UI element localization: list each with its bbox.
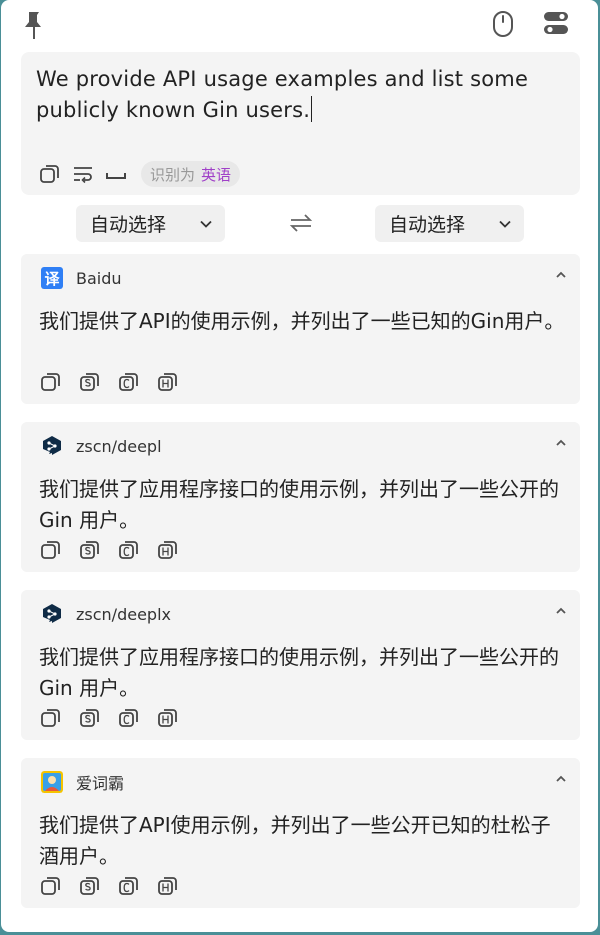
copy-letter-c-icon [119,709,138,727]
copy-s-button[interactable] [78,706,102,730]
copy-letter-c-icon [119,877,138,895]
copy-c-button[interactable] [117,370,141,394]
detected-language-chip[interactable]: 识别为 英语 [141,161,241,187]
copy-letter-h-icon [158,541,177,559]
service-name: zscn/deepl [76,436,162,456]
card-header[interactable]: zscn/deeplx [41,602,171,626]
deepl-icon [43,436,61,455]
copy-c-button[interactable] [117,706,141,730]
copy-s-button[interactable] [78,370,102,394]
copy-s-button[interactable] [78,538,102,562]
space-icon [106,173,126,179]
copy-c-button[interactable] [117,538,141,562]
copy-button[interactable] [39,874,63,898]
result-card-deeplx: zscn/deeplx 我们提供了应用程序接口的使用示例，并列出了一些公开的 G… [21,590,580,740]
source-text[interactable]: We provide API usage examples and list s… [36,64,556,126]
source-toolbar: 识别为 英语 [38,160,241,188]
card-toolbar [39,874,195,898]
iciba-icon [41,771,63,793]
chevron-up-icon[interactable] [554,604,568,618]
source-language-label: 自动选择 [90,214,167,236]
copy-h-button[interactable] [156,370,180,394]
copy-c-button[interactable] [117,874,141,898]
copy-button[interactable] [39,538,63,562]
result-card-deepl: zscn/deepl 我们提供了应用程序接口的使用示例，并列出了一些公开的 Gi… [21,422,580,572]
text-caret [311,96,313,122]
copy-icon [41,877,60,895]
title-bar [1,0,598,48]
copy-source-button[interactable] [38,162,62,186]
detected-language: 英语 [201,165,232,184]
detected-prefix: 识别为 [150,165,196,184]
copy-letter-h-icon [158,709,177,727]
copy-h-button[interactable] [156,874,180,898]
copy-button[interactable] [39,370,63,394]
copy-letter-c-icon [119,373,138,391]
chevron-up-icon[interactable] [554,436,568,450]
copy-letter-s-icon [80,541,99,559]
card-header[interactable]: 爱词霸 [41,770,124,794]
card-header[interactable]: 译 Baidu [41,266,122,290]
target-language-label: 自动选择 [389,214,466,236]
translation-text[interactable]: 我们提供了应用程序接口的使用示例，并列出了一些公开的 Gin 用户。 [39,642,569,704]
app-window: We provide API usage examples and list s… [1,0,598,932]
service-name: 爱词霸 [76,774,125,793]
baidu-translate-icon: 译 [41,267,63,289]
result-card-baidu: 译 Baidu 我们提供了API的使用示例，并列出了一些已知的Gin用户。 [21,254,580,404]
source-language-select[interactable]: 自动选择 [76,205,225,242]
chevron-down-icon [499,220,511,228]
chevron-down-icon [200,220,212,228]
copy-icon [41,373,60,391]
card-toolbar [39,538,195,562]
chevron-up-icon[interactable] [554,772,568,786]
service-name: zscn/deeplx [76,604,171,624]
mouse-icon[interactable] [491,10,515,38]
swap-languages-icon[interactable] [289,211,313,235]
result-card-iciba: 爱词霸 我们提供了API使用示例，并列出了一些公开已知的杜松子酒用户。 [21,758,580,908]
chevron-up-icon[interactable] [554,268,568,282]
copy-icon [41,709,60,727]
card-toolbar [39,706,195,730]
space-button[interactable] [104,162,128,186]
copy-letter-h-icon [158,373,177,391]
copy-icon [40,165,59,183]
text-wrap-icon [74,167,92,184]
copy-button[interactable] [39,706,63,730]
card-header[interactable]: zscn/deepl [41,434,162,458]
deepl-icon [43,604,61,623]
target-language-select[interactable]: 自动选择 [375,205,524,242]
translation-text[interactable]: 我们提供了API的使用示例，并列出了一些已知的Gin用户。 [39,306,569,337]
copy-letter-s-icon [80,709,99,727]
copy-icon [41,541,60,559]
copy-letter-s-icon [80,373,99,391]
toggle-icon[interactable] [542,10,570,36]
copy-letter-s-icon [80,877,99,895]
service-name: Baidu [76,268,122,288]
copy-h-button[interactable] [156,706,180,730]
translation-text[interactable]: 我们提供了API使用示例，并列出了一些公开已知的杜松子酒用户。 [39,810,569,872]
pin-icon[interactable] [23,10,45,40]
copy-letter-h-icon [158,877,177,895]
wrap-text-button[interactable] [71,162,95,186]
copy-letter-c-icon [119,541,138,559]
card-toolbar [39,370,195,394]
source-text-area[interactable]: We provide API usage examples and list s… [21,52,580,195]
copy-h-button[interactable] [156,538,180,562]
translation-text[interactable]: 我们提供了应用程序接口的使用示例，并列出了一些公开的 Gin 用户。 [39,474,569,536]
copy-s-button[interactable] [78,874,102,898]
